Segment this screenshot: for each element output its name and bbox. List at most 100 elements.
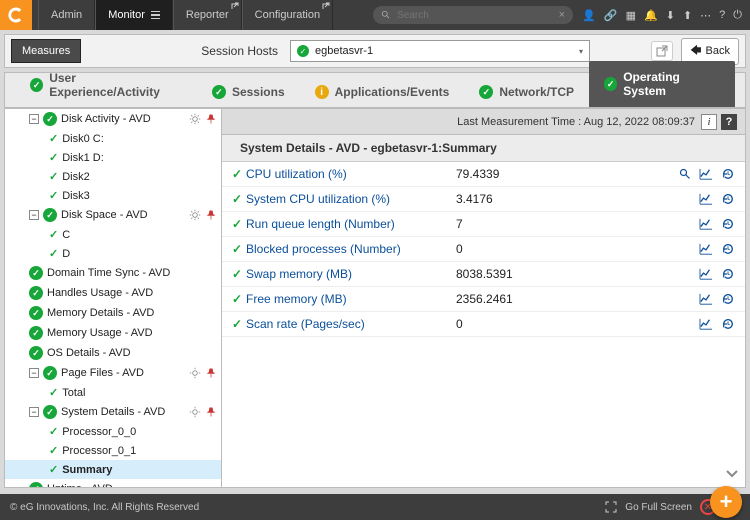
collapse-icon[interactable]: −: [29, 114, 39, 124]
chart-icon[interactable]: [699, 293, 713, 305]
metric-name[interactable]: Blocked processes (Number): [246, 242, 456, 256]
tab-user-experience[interactable]: User Experience/Activity: [15, 62, 197, 107]
magnify-icon[interactable]: [679, 168, 691, 180]
metrics-tree[interactable]: −Disk Activity - AVD ✓Disk0 C: ✓Disk1 D:…: [4, 108, 222, 488]
tree-proc01[interactable]: ✓Processor_0_1: [5, 441, 221, 460]
search-box[interactable]: ×: [373, 6, 573, 24]
time-bar: Last Measurement Time : Aug 12, 2022 08:…: [222, 109, 745, 135]
gear-icon[interactable]: [189, 209, 201, 221]
metric-name[interactable]: Run queue length (Number): [246, 217, 456, 231]
tree-disk2[interactable]: ✓ Disk2: [5, 167, 221, 186]
metric-name[interactable]: Swap memory (MB): [246, 267, 456, 281]
tree-label: Disk3: [62, 190, 90, 202]
add-fab[interactable]: +: [710, 486, 742, 518]
chart-icon[interactable]: [699, 243, 713, 255]
history-icon[interactable]: [721, 293, 735, 305]
popout-icon: [231, 2, 239, 10]
check-icon: ✓: [49, 170, 58, 183]
info-button[interactable]: i: [701, 114, 717, 130]
export-button[interactable]: [651, 41, 673, 61]
tab-label: Operating System: [623, 70, 720, 98]
nav-monitor[interactable]: Monitor: [95, 0, 173, 30]
metric-name[interactable]: CPU utilization (%): [246, 167, 456, 181]
fullscreen-label[interactable]: Go Full Screen: [625, 502, 692, 513]
nav-reporter[interactable]: Reporter: [173, 0, 242, 30]
check-icon: ✓: [49, 247, 58, 260]
pin-icon[interactable]: [205, 209, 217, 221]
history-icon[interactable]: [721, 218, 735, 230]
history-icon[interactable]: [721, 268, 735, 280]
gear-icon[interactable]: [189, 367, 201, 379]
tree-disk1[interactable]: ✓Disk1 D:: [5, 148, 221, 167]
tree-c[interactable]: ✓C: [5, 225, 221, 244]
link-icon[interactable]: 🔗: [604, 9, 618, 22]
metric-name[interactable]: System CPU utilization (%): [246, 192, 456, 206]
download-icon[interactable]: ⬇: [666, 9, 675, 22]
gear-icon[interactable]: [189, 113, 201, 125]
chevron-down-icon: ▾: [579, 47, 583, 56]
help-icon[interactable]: ?: [719, 9, 725, 22]
tab-sessions[interactable]: Sessions: [197, 76, 300, 107]
tree-disk-space[interactable]: −Disk Space - AVD: [5, 205, 221, 225]
tree-system-details[interactable]: −System Details - AVD: [5, 402, 221, 422]
tree-mem-usage[interactable]: Memory Usage - AVD: [5, 323, 221, 343]
history-icon[interactable]: [721, 193, 735, 205]
tree-summary[interactable]: ✓Summary: [5, 460, 221, 479]
tree-domain-time[interactable]: Domain Time Sync - AVD: [5, 263, 221, 283]
tree-label: Disk2: [62, 171, 90, 183]
tab-operating-system[interactable]: Operating System: [589, 61, 735, 107]
tree-page-files[interactable]: −Page Files - AVD: [5, 363, 221, 383]
more-icon[interactable]: ⋯: [700, 9, 711, 22]
tree-disk3[interactable]: ✓Disk3: [5, 186, 221, 205]
pin-icon[interactable]: [205, 406, 217, 418]
tree-disk0[interactable]: ✓Disk0 C:: [5, 129, 221, 148]
chart-icon[interactable]: [699, 168, 713, 180]
chart-icon[interactable]: [699, 193, 713, 205]
tab-network[interactable]: Network/TCP: [464, 76, 589, 107]
tab-applications[interactable]: iApplications/Events: [300, 76, 465, 107]
chart-icon[interactable]: [699, 218, 713, 230]
search-input[interactable]: [397, 10, 537, 21]
power-icon[interactable]: ⏻: [733, 9, 742, 22]
history-icon[interactable]: [721, 318, 735, 330]
collapse-icon[interactable]: −: [29, 210, 39, 220]
measures-button[interactable]: Measures: [11, 39, 81, 63]
tree-proc00[interactable]: ✓Processor_0_0: [5, 422, 221, 441]
chart-icon[interactable]: [699, 268, 713, 280]
bell-icon[interactable]: 🔔: [644, 9, 658, 22]
history-icon[interactable]: [721, 168, 735, 180]
user-icon[interactable]: 👤: [582, 9, 596, 22]
tree-d[interactable]: ✓D: [5, 244, 221, 263]
tree-total[interactable]: ✓Total: [5, 383, 221, 402]
collapse-icon[interactable]: −: [29, 368, 39, 378]
pin-icon[interactable]: [205, 367, 217, 379]
metric-row: ✓Swap memory (MB)8038.5391: [222, 262, 745, 287]
brand-logo[interactable]: [0, 0, 32, 30]
nav-config[interactable]: Configuration: [242, 0, 333, 30]
tree-os-details[interactable]: OS Details - AVD: [5, 343, 221, 363]
tree-handles[interactable]: Handles Usage - AVD: [5, 283, 221, 303]
tree-uptime[interactable]: Uptime - AVD: [5, 479, 221, 488]
nav-admin[interactable]: Admin: [38, 0, 95, 30]
history-icon[interactable]: [721, 243, 735, 255]
clear-search-icon[interactable]: ×: [559, 9, 565, 21]
gear-icon[interactable]: [189, 406, 201, 418]
metric-name[interactable]: Scan rate (Pages/sec): [246, 317, 456, 331]
upload-icon[interactable]: ⬆: [683, 9, 692, 22]
fullscreen-icon[interactable]: [605, 501, 617, 513]
status-ok-icon: [479, 85, 493, 99]
panel-title: System Details - AVD - egbetasvr-1:Summa…: [240, 141, 497, 155]
metric-row: ✓Blocked processes (Number)0: [222, 237, 745, 262]
scroll-down-icon[interactable]: [725, 467, 739, 481]
tree-mem-details[interactable]: Memory Details - AVD: [5, 303, 221, 323]
help-button[interactable]: ?: [721, 114, 737, 130]
host-select[interactable]: egbetasvr-1 ▾: [290, 40, 590, 62]
chart-icon[interactable]: [699, 318, 713, 330]
pin-icon[interactable]: [205, 113, 217, 125]
collapse-icon[interactable]: −: [29, 407, 39, 417]
hamburger-icon: [151, 11, 160, 20]
tree-disk-activity[interactable]: −Disk Activity - AVD: [5, 109, 221, 129]
metric-name[interactable]: Free memory (MB): [246, 292, 456, 306]
metric-value: 3.4176: [456, 192, 616, 206]
grid-icon[interactable]: ▦: [626, 9, 636, 22]
